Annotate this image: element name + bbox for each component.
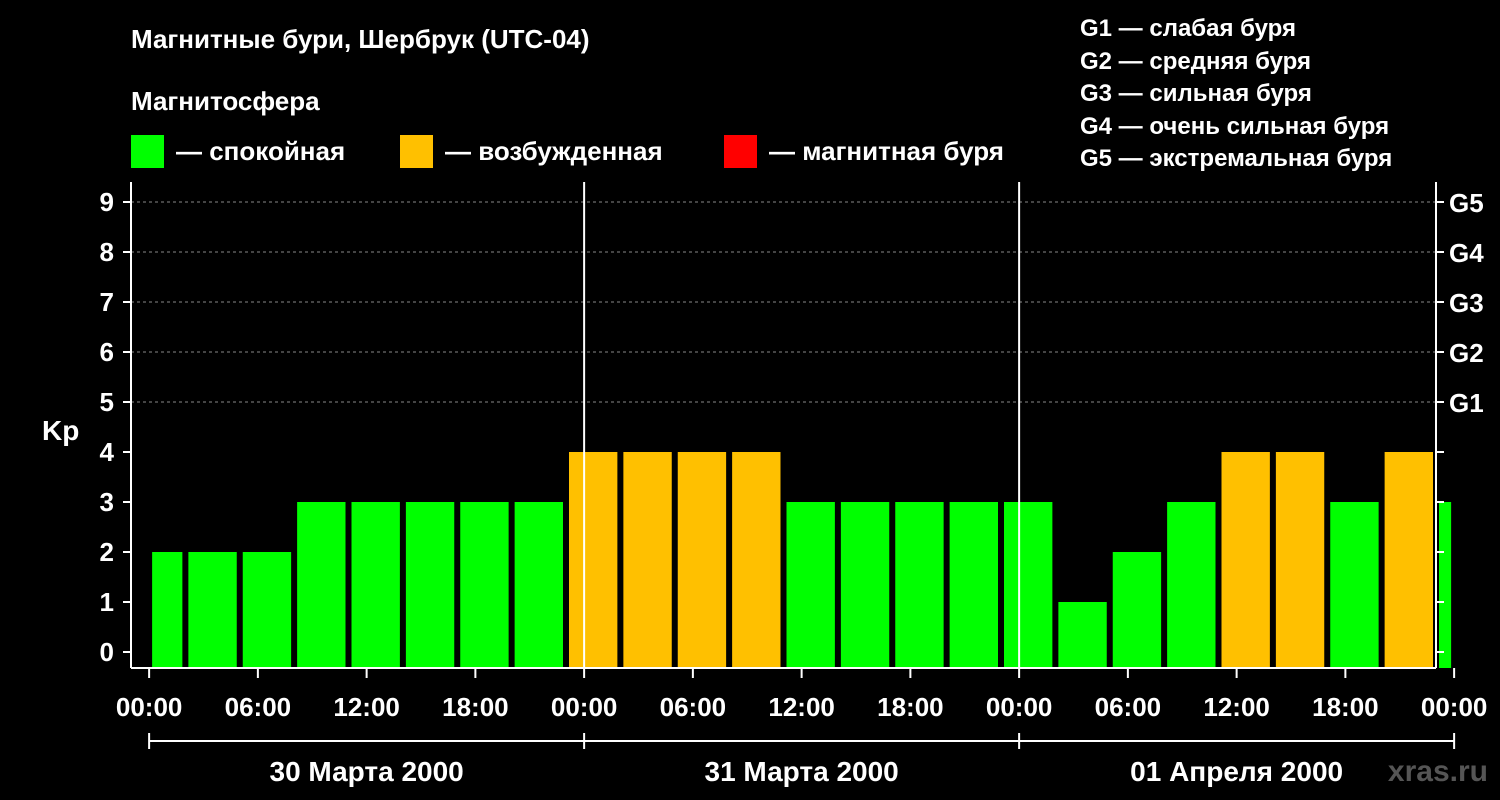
x-tick-label: 18:00 — [1312, 692, 1379, 722]
y-tick-label: 0 — [100, 637, 114, 667]
x-tick-label: 12:00 — [333, 692, 400, 722]
kp-bar — [786, 502, 835, 668]
x-tick-label: 06:00 — [225, 692, 292, 722]
kp-bar — [1112, 552, 1162, 668]
kp-bar — [1221, 452, 1270, 668]
kp-bar — [1167, 502, 1216, 668]
kp-bar — [351, 502, 400, 668]
kp-bar — [1384, 452, 1433, 668]
y-tick-label: 7 — [100, 287, 114, 317]
y-tick-label: 1 — [100, 587, 114, 617]
y-tick-label: 4 — [100, 437, 115, 467]
kp-bar-chart: 0 1 2 3 4 5 6 7 8 9 Kp G1 G2 G3 G4 G5 00:00 06:00 12:00 18:… — [42, 182, 1488, 787]
kp-bar — [1275, 452, 1325, 668]
day-label: 31 Марта 2000 — [705, 756, 899, 787]
kp-bar — [895, 502, 944, 668]
x-tick-label: 00:00 — [116, 692, 183, 722]
kp-bar — [840, 502, 890, 668]
g-level-label: G3 — [1449, 288, 1484, 318]
kp-bar — [188, 552, 237, 668]
x-tick-label: 12:00 — [768, 692, 835, 722]
kp-bar — [405, 502, 455, 668]
kp-bar — [623, 452, 672, 668]
x-tick-label: 00:00 — [551, 692, 618, 722]
kp-bar — [1058, 602, 1107, 668]
x-tick-label: 06:00 — [660, 692, 727, 722]
g-level-label: G2 — [1449, 338, 1484, 368]
kp-bar — [1330, 502, 1379, 668]
watermark: xras.ru — [1387, 755, 1488, 788]
x-tick-label: 18:00 — [877, 692, 944, 722]
kp-bar — [949, 502, 998, 668]
x-tick-label: 06:00 — [1095, 692, 1162, 722]
g-level-label: G4 — [1449, 238, 1484, 268]
y-tick-label: 9 — [100, 187, 114, 217]
kp-bar — [1004, 502, 1053, 668]
g-level-label: G5 — [1449, 188, 1484, 218]
kp-bar — [152, 552, 183, 668]
x-tick-label: 00:00 — [986, 692, 1053, 722]
y-tick-label: 2 — [100, 537, 114, 567]
x-tick-label: 18:00 — [442, 692, 509, 722]
kp-bar — [242, 552, 292, 668]
kp-bar — [1439, 502, 1452, 668]
kp-bar — [297, 502, 346, 668]
kp-bar — [460, 502, 509, 668]
kp-bar — [677, 452, 727, 668]
day-label: 30 Марта 2000 — [270, 756, 464, 787]
kp-bar — [569, 452, 618, 668]
x-tick-label: 00:00 — [1421, 692, 1488, 722]
y-tick-label: 5 — [100, 387, 114, 417]
y-tick-label: 3 — [100, 487, 114, 517]
kp-bar — [732, 452, 781, 668]
y-tick-label: 8 — [100, 237, 114, 267]
day-label: 01 Апреля 2000 — [1130, 756, 1343, 787]
g-level-label: G1 — [1449, 388, 1484, 418]
y-tick-label: 6 — [100, 337, 114, 367]
y-axis-label: Kp — [42, 415, 79, 446]
kp-bar — [514, 502, 563, 668]
x-tick-label: 12:00 — [1203, 692, 1270, 722]
